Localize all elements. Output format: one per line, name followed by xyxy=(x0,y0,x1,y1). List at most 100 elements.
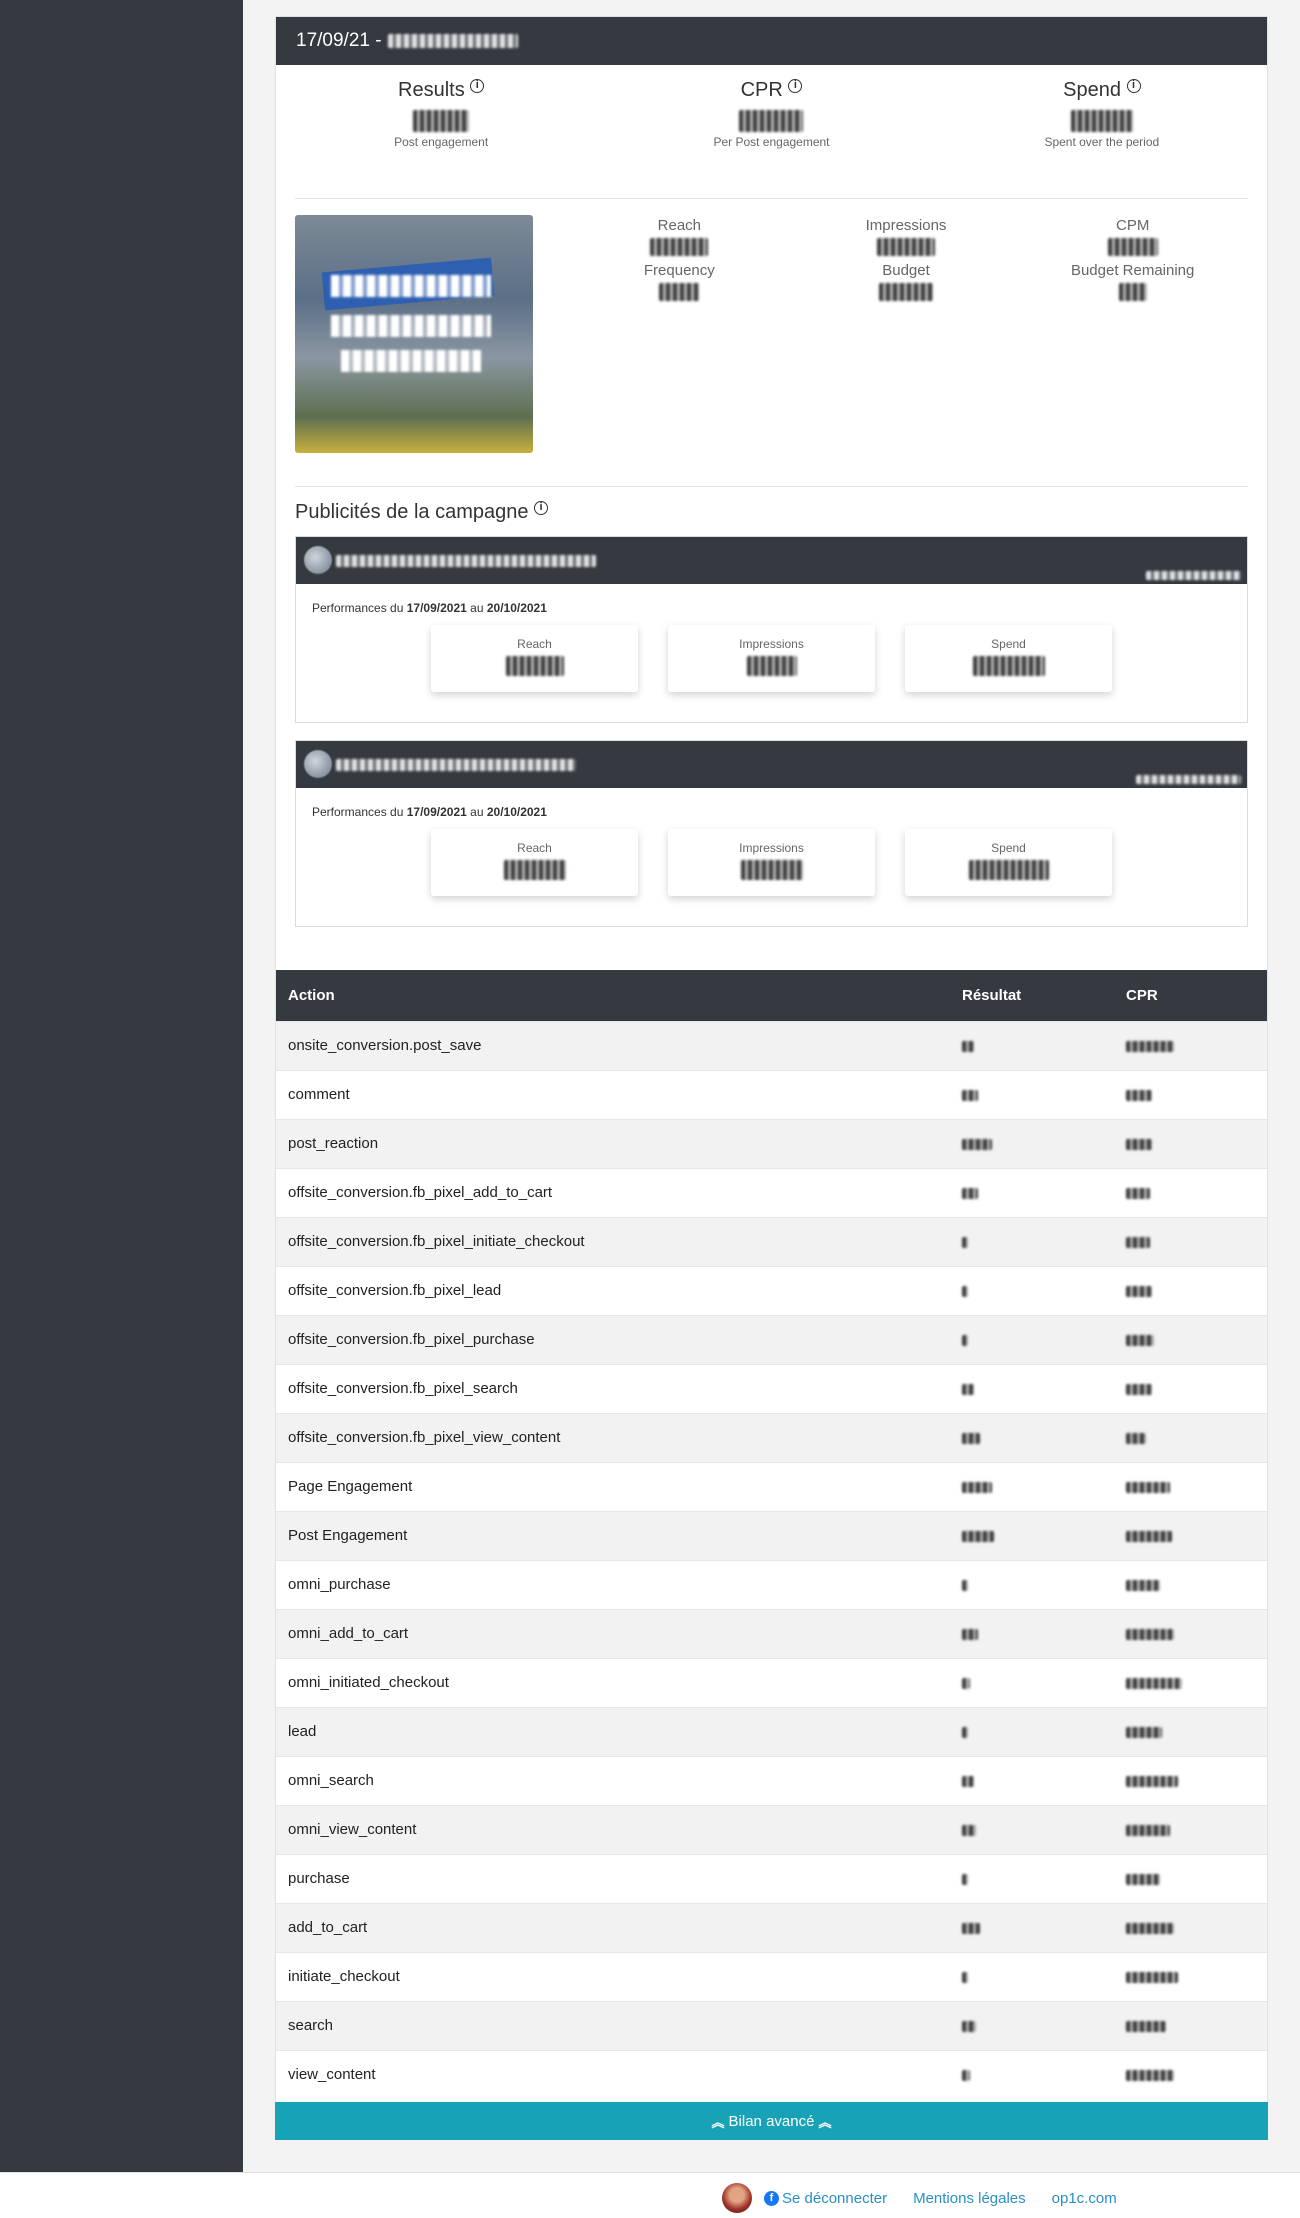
ad-creative-image xyxy=(295,215,533,453)
ad-card: Performances du 17/09/2021 au 20/10/2021… xyxy=(295,536,1248,723)
legal-link[interactable]: Mentions légales xyxy=(913,2190,1026,2207)
campaign-header: 17/09/21 - xyxy=(276,17,1267,65)
table-row: Page Engagement xyxy=(276,1461,1267,1511)
resultat-value xyxy=(950,1755,1114,1805)
info-icon[interactable]: i xyxy=(534,501,549,516)
resultat-value xyxy=(950,1216,1114,1266)
table-row: add_to_cart xyxy=(276,1902,1267,1952)
action-name: omni_initiated_checkout xyxy=(276,1657,950,1707)
metrics-grid: Reach Impressions CPM Frequency Budget B… xyxy=(566,217,1246,301)
ad-header xyxy=(296,537,1247,584)
col-cpr: CPR xyxy=(1126,986,1158,1004)
action-name: offsite_conversion.fb_pixel_purchase xyxy=(276,1314,950,1364)
cpr-value xyxy=(1114,2049,1267,2099)
action-name: post_reaction xyxy=(276,1118,950,1168)
table-row: search xyxy=(276,2000,1267,2050)
action-name: omni_search xyxy=(276,1755,950,1805)
ad-stat-spend: Spend xyxy=(905,625,1112,692)
action-name: Page Engagement xyxy=(276,1461,950,1511)
action-name: lead xyxy=(276,1706,950,1756)
facebook-icon: f xyxy=(764,2191,779,2207)
page-avatar xyxy=(304,546,332,574)
metric-budget: Budget xyxy=(793,262,1020,301)
cpr-value xyxy=(1114,1216,1267,1266)
action-name: omni_purchase xyxy=(276,1559,950,1609)
action-name: search xyxy=(276,2000,950,2050)
ad-date-redacted xyxy=(1146,571,1241,580)
kpi-row: Results i Post engagement CPR i Per Post… xyxy=(276,65,1267,183)
bilan-avance-button[interactable]: ︽ Bilan avancé ︽ xyxy=(275,2102,1268,2140)
cpr-value xyxy=(1114,1461,1267,1511)
table-row: purchase xyxy=(276,1853,1267,1903)
cpr-value xyxy=(1114,1363,1267,1413)
cpr-value xyxy=(1114,1853,1267,1903)
table-row: omni_search xyxy=(276,1755,1267,1805)
kpi-cpr-subtitle: Per Post engagement xyxy=(713,135,830,149)
resultat-value xyxy=(950,1902,1114,1952)
table-row: offsite_conversion.fb_pixel_add_to_cart xyxy=(276,1167,1267,1217)
ad-stat-impressions: Impressions xyxy=(668,625,875,692)
double-chevron-up-icon: ︽ xyxy=(818,2114,832,2130)
action-name: offsite_conversion.fb_pixel_initiate_che… xyxy=(276,1216,950,1266)
logout-link[interactable]: f Se déconnecter xyxy=(764,2190,887,2207)
col-action: Action xyxy=(288,986,335,1004)
campaign-card: 17/09/21 - Results i Post engagement CPR… xyxy=(275,16,1268,2140)
table-row: offsite_conversion.fb_pixel_initiate_che… xyxy=(276,1216,1267,1266)
kpi-results-subtitle: Post engagement xyxy=(394,135,489,149)
table-row: omni_initiated_checkout xyxy=(276,1657,1267,1707)
divider xyxy=(295,486,1248,487)
resultat-value xyxy=(950,1559,1114,1609)
user-avatar[interactable] xyxy=(722,2183,752,2213)
table-row: offsite_conversion.fb_pixel_purchase xyxy=(276,1314,1267,1364)
action-name: omni_view_content xyxy=(276,1804,950,1854)
cpr-value xyxy=(1114,1118,1267,1168)
resultat-value xyxy=(950,1461,1114,1511)
site-link[interactable]: op1c.com xyxy=(1052,2190,1117,2207)
kpi-spend-value xyxy=(1070,110,1133,132)
kpi-results: Results i Post engagement xyxy=(311,79,571,183)
info-icon[interactable]: i xyxy=(788,79,803,94)
cpr-value xyxy=(1114,1167,1267,1217)
action-name: onsite_conversion.post_save xyxy=(276,1020,950,1070)
ad-header xyxy=(296,741,1247,788)
campaign-name-redacted xyxy=(387,34,518,48)
resultat-value xyxy=(950,2049,1114,2099)
table-row: omni_purchase xyxy=(276,1559,1267,1609)
resultat-value xyxy=(950,1804,1114,1854)
ads-section-title: Publicités de la campagne i xyxy=(295,501,549,524)
metric-impressions: Impressions xyxy=(793,217,1020,256)
resultat-value xyxy=(950,1314,1114,1364)
table-row: Post Engagement xyxy=(276,1510,1267,1560)
ad-stat-reach: Reach xyxy=(431,829,638,896)
actions-table: Action Résultat CPR onsite_conversion.po… xyxy=(276,970,1267,2099)
cpr-value xyxy=(1114,1755,1267,1805)
metric-reach: Reach xyxy=(566,217,793,256)
action-name: view_content xyxy=(276,2049,950,2099)
info-icon[interactable]: i xyxy=(1126,79,1141,94)
kpi-spend-title: Spend xyxy=(1063,79,1121,101)
kpi-cpr-value xyxy=(739,110,804,132)
resultat-value xyxy=(950,1412,1114,1462)
ad-stat-impressions: Impressions xyxy=(668,829,875,896)
action-name: comment xyxy=(276,1069,950,1119)
cpr-value xyxy=(1114,2000,1267,2050)
resultat-value xyxy=(950,1069,1114,1119)
ad-period: Performances du 17/09/2021 au 20/10/2021 xyxy=(312,805,547,819)
table-row: omni_view_content xyxy=(276,1804,1267,1854)
ad-period: Performances du 17/09/2021 au 20/10/2021 xyxy=(312,601,547,615)
resultat-value xyxy=(950,1020,1114,1070)
col-resultat: Résultat xyxy=(962,986,1022,1004)
sidebar xyxy=(0,0,243,2172)
footer: f Se déconnecter Mentions légales op1c.co… xyxy=(0,2172,1300,2218)
cpr-value xyxy=(1114,1020,1267,1070)
resultat-value xyxy=(950,1657,1114,1707)
action-name: purchase xyxy=(276,1853,950,1903)
info-icon[interactable]: i xyxy=(470,79,485,94)
table-row: offsite_conversion.fb_pixel_lead xyxy=(276,1265,1267,1315)
ad-stats: Reach Impressions Spend xyxy=(296,829,1247,896)
cpr-value xyxy=(1114,1412,1267,1462)
ad-name-redacted xyxy=(336,759,576,771)
kpi-results-value xyxy=(413,110,470,132)
kpi-spend-subtitle: Spent over the period xyxy=(1044,135,1160,149)
cpr-value xyxy=(1114,1951,1267,2001)
